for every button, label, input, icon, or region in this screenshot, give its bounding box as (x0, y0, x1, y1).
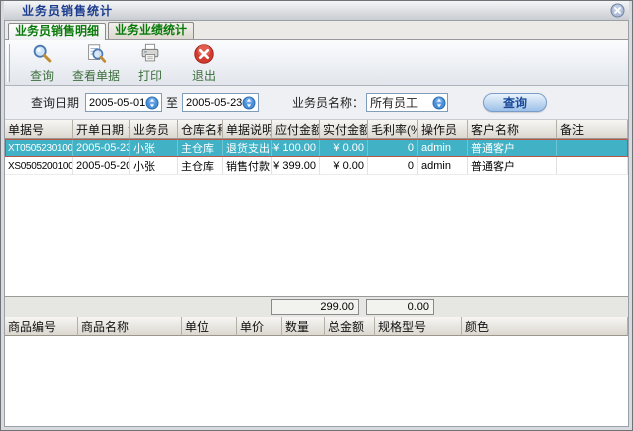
app-window: 业务员销售统计 业务员销售明细 业务业绩统计 查询 (0, 0, 633, 431)
col-payable[interactable]: 应付金额 (272, 120, 320, 139)
tab-sales-detail[interactable]: 业务员销售明细 (8, 23, 106, 40)
date-to-input[interactable] (186, 97, 242, 109)
date-range-label: 查询日期 (31, 94, 79, 111)
paid-total: 0.00 (366, 299, 434, 315)
toolbar-grip (7, 44, 10, 82)
totals-bar: 299.00 0.00 (5, 296, 628, 317)
client-area: 业务员销售明细 业务业绩统计 查询 (4, 20, 629, 427)
salesperson-value: 所有员工 (370, 94, 432, 111)
col-remark[interactable]: 备注 (557, 120, 628, 139)
cell-margin: 0 (368, 157, 418, 175)
cell-salesperson: 小张 (130, 139, 178, 157)
col-spec-model[interactable]: 规格型号 (375, 317, 462, 336)
cell-salesperson: 小张 (130, 157, 178, 175)
tab-bar: 业务员销售明细 业务业绩统计 (5, 21, 628, 40)
exit-button[interactable]: 退出 (178, 42, 230, 84)
date-from-input[interactable] (89, 97, 145, 109)
magnifier-icon (29, 42, 55, 66)
cell-margin: 0 (368, 139, 418, 157)
cell-doc-desc: 销售付款 (223, 157, 272, 175)
title-bar: 业务员销售统计 (4, 1, 629, 20)
cell-payable: -¥ 100.00 (272, 139, 320, 157)
cell-remark (557, 157, 628, 175)
exit-icon (191, 42, 217, 66)
col-product-no[interactable]: 商品编号 (5, 317, 78, 336)
col-customer[interactable]: 客户名称 (468, 120, 557, 139)
cell-paid: ¥ 0.00 (320, 139, 368, 157)
col-warehouse[interactable]: 仓库名称 (178, 120, 223, 139)
cell-customer: 普通客户 (468, 157, 557, 175)
col-order-date[interactable]: 开单日期 (73, 120, 130, 139)
tab-performance-stats[interactable]: 业务业绩统计 (108, 22, 194, 39)
date-to-spinner-icon[interactable] (242, 96, 256, 110)
table-row[interactable]: XS0505200100001 2005-05-20 小张 主仓库 销售付款 ¥… (5, 157, 628, 175)
cell-operator: admin (418, 139, 468, 157)
window-title: 业务员销售统计 (22, 2, 113, 19)
view-document-label: 查看单据 (72, 67, 120, 84)
sales-table: 单据号 开单日期 业务员 仓库名称 单据说明 应付金额 实付金额 毛利率(%) … (5, 120, 628, 296)
table-row-selected[interactable]: XT0505230100001 2005-05-23 小张 主仓库 退货支出 -… (5, 139, 628, 157)
col-paid[interactable]: 实付金额 (320, 120, 368, 139)
product-detail-table: 商品编号 商品名称 单位 单价 数量 总金额 规格型号 颜色 (5, 317, 628, 426)
detail-empty-area (5, 336, 628, 426)
cell-operator: admin (418, 157, 468, 175)
payable-total: 299.00 (271, 299, 359, 315)
col-unit-price[interactable]: 单价 (237, 317, 282, 336)
col-margin[interactable]: 毛利率(%) (368, 120, 418, 139)
query-submit-button[interactable]: 查询 (483, 93, 547, 112)
date-from-field[interactable] (85, 93, 162, 112)
filter-bar: 查询日期 至 业务员名称： (5, 86, 628, 120)
query-toolbar-button[interactable]: 查询 (16, 42, 68, 84)
cell-warehouse: 主仓库 (178, 139, 223, 157)
salesperson-dropdown[interactable]: 所有员工 (366, 93, 448, 112)
col-quantity[interactable]: 数量 (282, 317, 325, 336)
cell-customer: 普通客户 (468, 139, 557, 157)
print-button[interactable]: 打印 (124, 42, 176, 84)
salesperson-dropdown-icon[interactable] (432, 96, 446, 110)
date-from-spinner-icon[interactable] (145, 96, 159, 110)
date-to-field[interactable] (182, 93, 259, 112)
cell-doc-desc: 退货支出 (223, 139, 272, 157)
view-document-icon (83, 42, 109, 66)
query-toolbar-label: 查询 (30, 67, 54, 84)
print-label: 打印 (138, 67, 162, 84)
col-operator[interactable]: 操作员 (418, 120, 468, 139)
detail-table-header: 商品编号 商品名称 单位 单价 数量 总金额 规格型号 颜色 (5, 317, 628, 336)
close-button[interactable] (610, 3, 625, 18)
col-unit[interactable]: 单位 (182, 317, 237, 336)
col-salesperson[interactable]: 业务员 (130, 120, 178, 139)
col-color[interactable]: 颜色 (462, 317, 628, 336)
printer-icon (137, 42, 163, 66)
view-document-button[interactable]: 查看单据 (70, 42, 122, 84)
exit-label: 退出 (192, 67, 216, 84)
date-to-label: 至 (166, 94, 178, 111)
toolbar: 查询 查看单据 (5, 40, 628, 86)
col-doc-no[interactable]: 单据号 (5, 120, 73, 139)
cell-order-date: 2005-05-20 (73, 157, 130, 175)
cell-payable: ¥ 399.00 (272, 157, 320, 175)
cell-order-date: 2005-05-23 (73, 139, 130, 157)
cell-doc-no: XS0505200100001 (5, 157, 73, 175)
cell-doc-no: XT0505230100001 (5, 139, 73, 157)
table-empty-area (5, 175, 628, 296)
cell-paid: ¥ 0.00 (320, 157, 368, 175)
close-icon (610, 3, 625, 18)
col-total-amount[interactable]: 总金额 (325, 317, 375, 336)
salesperson-label: 业务员名称： (292, 94, 364, 111)
cell-warehouse: 主仓库 (178, 157, 223, 175)
col-doc-desc[interactable]: 单据说明 (223, 120, 272, 139)
col-product-name[interactable]: 商品名称 (78, 317, 182, 336)
cell-remark (557, 139, 628, 157)
sales-table-header: 单据号 开单日期 业务员 仓库名称 单据说明 应付金额 实付金额 毛利率(%) … (5, 120, 628, 139)
